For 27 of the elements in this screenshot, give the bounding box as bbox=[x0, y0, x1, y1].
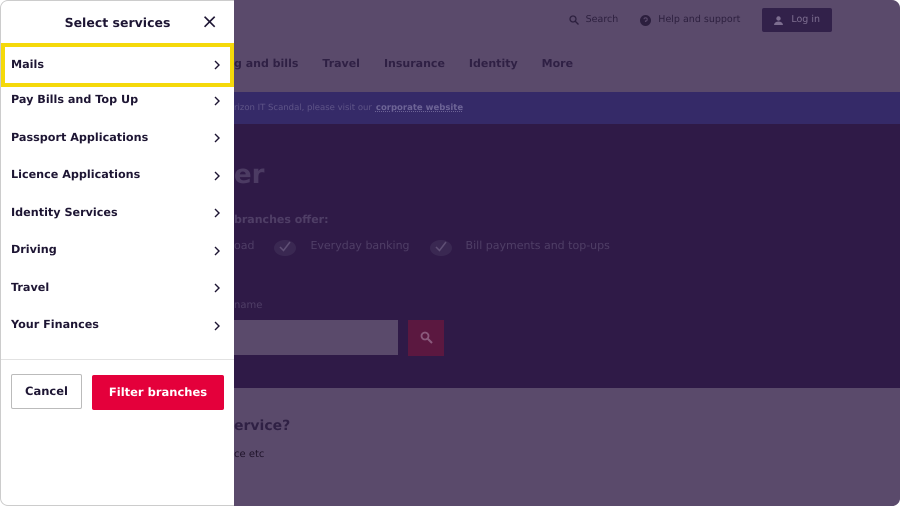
help-icon bbox=[640, 14, 652, 26]
chevron-icon bbox=[214, 170, 220, 181]
service-item[interactable]: Identity Services bbox=[1, 194, 234, 232]
service-item[interactable]: Travel bbox=[1, 270, 234, 307]
chevron-icon bbox=[214, 60, 220, 70]
search-icon bbox=[420, 331, 432, 344]
chevron-icon bbox=[214, 283, 220, 294]
chevron-icon bbox=[214, 320, 220, 331]
user-icon bbox=[774, 16, 784, 24]
check-icon bbox=[274, 238, 296, 256]
search-icon bbox=[568, 15, 579, 25]
drawer-title: Select services bbox=[64, 14, 170, 32]
cancel-button[interactable]: Cancel bbox=[11, 374, 82, 409]
service-item[interactable]: Licence Applications bbox=[1, 157, 234, 194]
search-field[interactable] bbox=[234, 320, 398, 354]
chevron-icon bbox=[214, 96, 220, 106]
chevron-icon bbox=[214, 246, 220, 256]
filter-button[interactable]: Filter branches bbox=[92, 375, 224, 410]
check-icon bbox=[430, 238, 452, 256]
chevron-icon bbox=[214, 133, 220, 144]
service-item[interactable]: Passport Applications bbox=[1, 120, 234, 157]
section-text: ce etc bbox=[234, 448, 266, 462]
service-item[interactable]: Driving bbox=[1, 232, 234, 270]
chevron-icon bbox=[214, 208, 220, 218]
service-item[interactable]: Your Finances bbox=[1, 307, 234, 344]
close-button[interactable]: × bbox=[197, 9, 222, 33]
search-button[interactable] bbox=[408, 320, 444, 356]
